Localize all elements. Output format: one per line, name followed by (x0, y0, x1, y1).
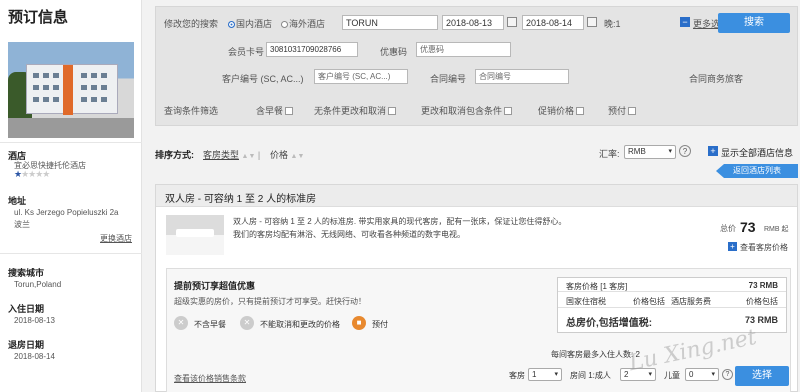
checkin-value: 2018-08-13 (14, 316, 55, 325)
minus-icon[interactable]: − (680, 17, 690, 27)
no-breakfast-label: 不含早餐 (194, 320, 226, 329)
sort-arrows-icon[interactable]: ▲▼ (291, 153, 305, 160)
sales-terms-link[interactable]: 查看该价格销售条款 (174, 373, 246, 384)
chevron-down-icon: ▾ (554, 371, 558, 378)
client-number-input[interactable]: 客户编号 (SC, AC...) (314, 69, 408, 84)
filter-breakfast[interactable]: 含早餐 (256, 104, 294, 117)
currency-select[interactable]: RMB ▾ (624, 145, 676, 159)
domestic-hotel-radio[interactable]: 国内酒店 (228, 17, 272, 30)
coupon-label: 优惠码 (380, 47, 408, 57)
filter-conditional-cancel[interactable]: 更改和取消包含条件 (421, 104, 513, 117)
checkin-label: 入住日期 (8, 304, 45, 314)
coupon-input[interactable]: 优惠码 (416, 42, 511, 57)
checkbox-icon[interactable] (285, 107, 294, 115)
room-photo (166, 215, 224, 255)
chevron-down-icon: ▾ (711, 371, 715, 378)
radio-icon (281, 21, 288, 28)
filter-conditions-label: 查询条件筛选 (164, 106, 219, 116)
checkbox-icon[interactable] (576, 107, 585, 115)
total-price-incl-vat-label: 总房价,包括增值税: (566, 318, 653, 329)
address-line1: ul. Ks Jerzego Popieluszki 2a (14, 208, 119, 217)
calendar-icon[interactable] (587, 17, 597, 27)
member-card-label: 会员卡号 (228, 47, 265, 57)
filter-promo[interactable]: 促销价格 (538, 104, 585, 117)
offer-box: 提前预订享超值优惠 超级实惠的房价，只有提前预订才可享受。赶快行动！ ✕ 不含早… (166, 268, 791, 392)
sort-label: 排序方式: (155, 150, 194, 160)
modify-search-label: 修改您的搜索 (164, 19, 219, 29)
booking-info-panel: 预订信息 酒店 宜必思快捷托伦酒店 ★★★★★ 地址 ul. Ks Jerzeg… (0, 0, 142, 392)
tourist-tax-label: 国家住宿税 (566, 297, 606, 306)
plus-icon[interactable]: + (708, 146, 718, 156)
search-panel: 修改您的搜索 国内酒店 海外酒店 TORUN 2018-08-13 2018-0… (155, 6, 798, 126)
search-city-value: Torun,Poland (14, 280, 62, 289)
booking-info-title: 预订信息 (8, 9, 69, 26)
checkbox-icon[interactable] (504, 107, 513, 115)
hotel-star-rating: ★★★★★ (14, 169, 50, 179)
help-icon[interactable]: ? (722, 369, 733, 380)
contract-traveler-label: 合同商务旅客 (689, 74, 744, 84)
view-room-prices-link[interactable]: 查看客房价格 (740, 242, 788, 253)
contract-number-input[interactable]: 合同编号 (475, 69, 569, 84)
room-price-row-value: 73 RMB (748, 281, 778, 290)
select-room-button[interactable]: 选择 (735, 366, 789, 386)
checkbox-icon[interactable] (388, 107, 397, 115)
checkout-date-input[interactable]: 2018-08-14 (522, 15, 584, 30)
room-description: 双人房 - 可容纳 1 至 2 人的标准房. 带实用家具的现代客房，配有一张床，… (233, 217, 567, 239)
calendar-icon[interactable] (507, 17, 517, 27)
member-card-input[interactable]: 3081031709028766 (266, 42, 358, 57)
city-input[interactable]: TORUN (342, 15, 438, 30)
tourist-tax-value: 价格包括 (633, 297, 665, 306)
checkbox-icon[interactable] (628, 107, 637, 115)
room-title: 双人房 - 可容纳 1 至 2 人的标准房 (165, 194, 317, 205)
nights-count: 晚:1 (604, 19, 621, 29)
sort-arrows-icon[interactable]: ▲▼ (242, 153, 256, 160)
total-price-label: 总价 (720, 224, 736, 233)
prepay-label: 预付 (372, 320, 388, 329)
service-fee-value: 价格包括 (746, 297, 778, 306)
service-fee-label: 酒店服务费 (671, 297, 711, 306)
room-header: 双人房 - 可容纳 1 至 2 人的标准房 (156, 185, 797, 207)
room1-adults-label: 房间 1:成人 (570, 371, 611, 380)
offer-description: 超级实惠的房价，只有提前预订才可享受。赶快行动！ (174, 297, 366, 306)
sort-by-room-type[interactable]: 客房类型 ▲▼ | (203, 148, 260, 161)
back-to-hotel-list-button[interactable]: 返回酒店列表 (716, 164, 798, 178)
address-label: 地址 (8, 196, 27, 206)
client-number-label: 客户编号 (SC, AC...) (222, 74, 304, 84)
overseas-hotel-radio[interactable]: 海外酒店 (281, 17, 325, 30)
room-price: 73 (740, 219, 756, 235)
search-city-label: 搜索城市 (8, 268, 45, 278)
no-breakfast-icon: ✕ (174, 316, 188, 330)
exchange-rate-label: 汇率: (599, 149, 620, 159)
filter-free-cancel[interactable]: 无条件更改和取消 (314, 104, 397, 117)
hotel-photo (8, 42, 134, 138)
no-cancel-icon: ✕ (240, 316, 254, 330)
contract-number-label: 合同编号 (430, 74, 467, 84)
checkout-label: 退房日期 (8, 340, 45, 350)
price-unit: RMB 起 (764, 226, 789, 233)
search-button[interactable]: 搜索 (718, 13, 790, 33)
total-price-incl-vat-value: 73 RMB (744, 315, 778, 325)
change-hotel-link[interactable]: 更换酒店 (100, 233, 132, 244)
offer-title: 提前预订享超值优惠 (174, 281, 256, 291)
rooms-select[interactable]: 1 ▾ (528, 368, 562, 381)
address-line2: 波兰 (14, 220, 30, 229)
radio-selected-icon (228, 21, 235, 28)
children-select[interactable]: 0 ▾ (685, 368, 719, 381)
sort-by-price[interactable]: 价格 ▲▼ (270, 148, 304, 161)
help-icon[interactable]: ? (679, 145, 691, 157)
lock-icon: ■ (352, 316, 366, 330)
plus-icon[interactable]: + (728, 242, 737, 251)
checkin-date-input[interactable]: 2018-08-13 (442, 15, 504, 30)
filter-prepay[interactable]: 预付 (608, 104, 637, 117)
room-price-row-label: 客房价格 [1 客房] (566, 282, 628, 291)
rooms-label: 客房 (509, 371, 525, 380)
chevron-down-icon: ▾ (668, 148, 672, 155)
children-label: 儿童 (664, 371, 680, 380)
no-cancel-label: 不能取消和更改的价格 (260, 320, 340, 329)
checkout-value: 2018-08-14 (14, 352, 55, 361)
show-all-hotel-info-link[interactable]: 显示全部酒店信息 (721, 146, 793, 159)
